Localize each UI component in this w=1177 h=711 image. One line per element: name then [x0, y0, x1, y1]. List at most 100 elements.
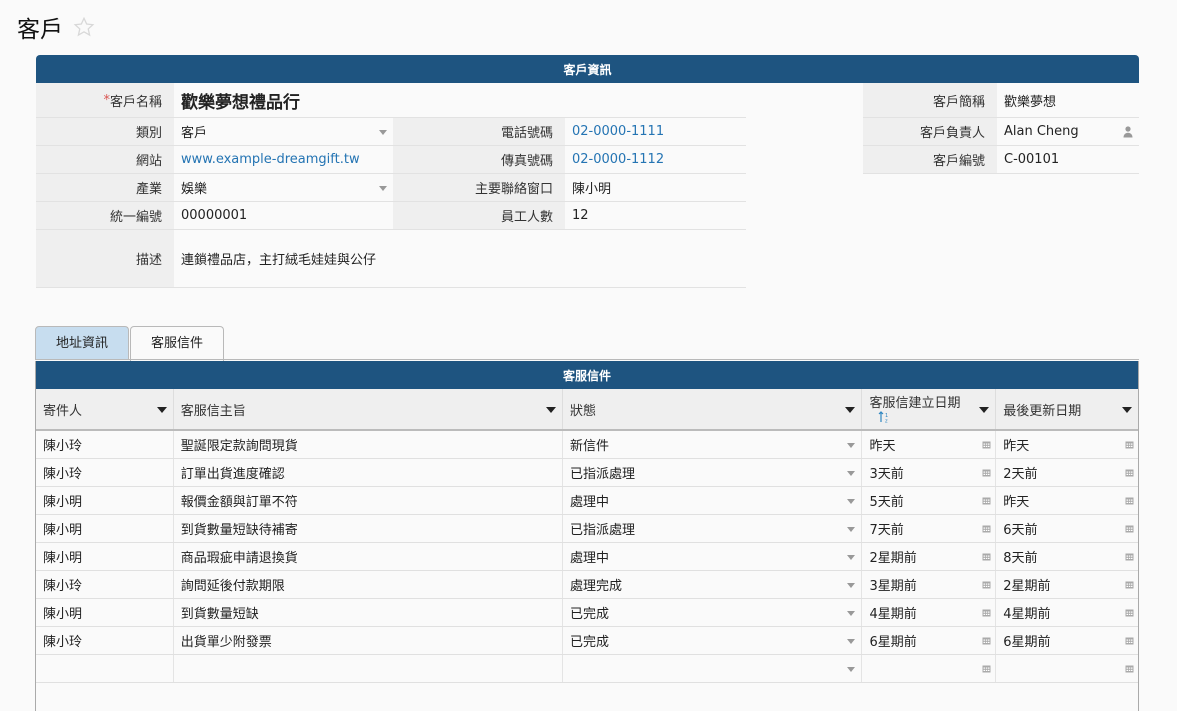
column-header-subject[interactable]: 客服信主旨	[174, 389, 564, 429]
cell-status[interactable]: 新信件	[563, 431, 863, 458]
cell-created[interactable]: 4星期前	[862, 599, 997, 626]
code-field[interactable]: C-00101	[997, 146, 1139, 173]
cell-updated[interactable]: 昨天	[996, 431, 1138, 458]
contact-field[interactable]: 陳小明	[565, 174, 746, 201]
taxid-field[interactable]: 00000001	[174, 202, 393, 229]
cell-updated[interactable]: 4星期前	[996, 599, 1138, 626]
cell-sender[interactable]: 陳小明	[36, 599, 174, 626]
chevron-down-icon[interactable]	[546, 407, 557, 413]
calendar-icon[interactable]	[982, 636, 991, 645]
table-row[interactable]: 陳小明 商品瑕疵申請退換貨 處理中 2星期前 8天前	[36, 543, 1138, 571]
chevron-down-icon[interactable]	[379, 129, 387, 135]
calendar-icon[interactable]	[982, 468, 991, 477]
chevron-down-icon[interactable]	[847, 526, 856, 532]
cell-sender[interactable]: 陳小明	[36, 487, 174, 514]
chevron-down-icon[interactable]	[156, 407, 167, 413]
cell-sender[interactable]: 陳小玲	[36, 431, 174, 458]
calendar-icon[interactable]	[1125, 524, 1134, 533]
cell-sender[interactable]: 陳小明	[36, 515, 174, 542]
chevron-down-icon[interactable]	[847, 498, 856, 504]
cell-subject[interactable]: 詢問延後付款期限	[174, 571, 564, 598]
cell-created[interactable]: 2星期前	[862, 543, 997, 570]
chevron-down-icon[interactable]	[847, 582, 856, 588]
cell-status[interactable]: 已完成	[563, 599, 863, 626]
tab-service-mail[interactable]: 客服信件	[130, 326, 225, 361]
owner-field[interactable]: Alan Cheng	[997, 118, 1139, 145]
chevron-down-icon[interactable]	[845, 407, 856, 413]
table-row[interactable]: 陳小玲 出貨單少附發票 已完成 6星期前 6星期前	[36, 627, 1138, 655]
calendar-icon[interactable]	[982, 664, 991, 673]
cell-subject[interactable]: 訂單出貨進度確認	[174, 459, 564, 486]
cell-created[interactable]: 7天前	[862, 515, 997, 542]
chevron-down-icon[interactable]	[847, 666, 856, 672]
table-row[interactable]: 陳小玲 聖誕限定款詢問現貨 新信件 昨天 昨天	[36, 431, 1138, 459]
calendar-icon[interactable]	[982, 552, 991, 561]
column-header-status[interactable]: 狀態	[563, 389, 863, 429]
cell-status[interactable]: 已指派處理	[563, 459, 863, 486]
tab-address[interactable]: 地址資訊	[35, 326, 130, 360]
chevron-down-icon[interactable]	[979, 407, 990, 413]
calendar-icon[interactable]	[1125, 468, 1134, 477]
cell-created[interactable]	[862, 655, 997, 682]
sort-ascending-icon[interactable]: 1z	[878, 411, 892, 423]
cell-subject[interactable]: 到貨數量短缺	[174, 599, 564, 626]
cell-subject[interactable]: 商品瑕疵申請退換貨	[174, 543, 564, 570]
cell-created[interactable]: 3星期前	[862, 571, 997, 598]
description-field[interactable]: 連鎖禮品店，主打絨毛娃娃與公仔	[174, 230, 746, 287]
cell-sender[interactable]: 陳小玲	[36, 571, 174, 598]
cell-updated[interactable]: 2星期前	[996, 571, 1138, 598]
cell-created[interactable]: 昨天	[862, 431, 997, 458]
table-row[interactable]: 陳小明 報價金額與訂單不符 處理中 5天前 昨天	[36, 487, 1138, 515]
calendar-icon[interactable]	[982, 580, 991, 589]
cell-created[interactable]: 3天前	[862, 459, 997, 486]
cell-updated[interactable]: 2天前	[996, 459, 1138, 486]
calendar-icon[interactable]	[1125, 636, 1134, 645]
calendar-icon[interactable]	[982, 524, 991, 533]
cell-sender[interactable]	[36, 655, 174, 682]
table-row[interactable]: 陳小明 到貨數量短缺 已完成 4星期前 4星期前	[36, 599, 1138, 627]
employees-field[interactable]: 12	[565, 202, 746, 229]
chevron-down-icon[interactable]	[847, 442, 856, 448]
cell-updated[interactable]: 6天前	[996, 515, 1138, 542]
cell-status[interactable]	[563, 655, 863, 682]
calendar-icon[interactable]	[1125, 552, 1134, 561]
cell-subject[interactable]	[174, 655, 564, 682]
phone-field[interactable]: 02-0000-1111	[565, 118, 746, 145]
cell-sender[interactable]: 陳小明	[36, 543, 174, 570]
column-header-sender[interactable]: 寄件人	[36, 389, 174, 429]
calendar-icon[interactable]	[1125, 664, 1134, 673]
table-row[interactable]: 陳小玲 訂單出貨進度確認 已指派處理 3天前 2天前	[36, 459, 1138, 487]
short-name-field[interactable]: 歡樂夢想	[997, 83, 1139, 117]
chevron-down-icon[interactable]	[379, 185, 387, 191]
calendar-icon[interactable]	[1125, 580, 1134, 589]
calendar-icon[interactable]	[1125, 608, 1134, 617]
cell-status[interactable]: 已完成	[563, 627, 863, 654]
cell-updated[interactable]	[996, 655, 1138, 682]
fax-field[interactable]: 02-0000-1112	[565, 146, 746, 173]
chevron-down-icon[interactable]	[847, 638, 856, 644]
cell-status[interactable]: 處理完成	[563, 571, 863, 598]
cell-subject[interactable]: 聖誕限定款詢問現貨	[174, 431, 564, 458]
calendar-icon[interactable]	[1125, 440, 1134, 449]
cell-sender[interactable]: 陳小玲	[36, 459, 174, 486]
cell-subject[interactable]: 報價金額與訂單不符	[174, 487, 564, 514]
chevron-down-icon[interactable]	[847, 554, 856, 560]
cell-updated[interactable]: 昨天	[996, 487, 1138, 514]
cell-updated[interactable]: 6星期前	[996, 627, 1138, 654]
cell-status[interactable]: 處理中	[563, 487, 863, 514]
calendar-icon[interactable]	[1125, 496, 1134, 505]
cell-status[interactable]: 已指派處理	[563, 515, 863, 542]
chevron-down-icon[interactable]	[847, 470, 856, 476]
website-link[interactable]: www.example-dreamgift.tw	[174, 146, 393, 173]
industry-select[interactable]: 娛樂	[174, 174, 393, 201]
column-header-created[interactable]: 客服信建立日期 1z	[862, 389, 997, 429]
chevron-down-icon[interactable]	[847, 610, 856, 616]
customer-name-field[interactable]: 歡樂夢想禮品行	[174, 83, 746, 117]
chevron-down-icon[interactable]	[1122, 407, 1132, 413]
cell-created[interactable]: 5天前	[862, 487, 997, 514]
cell-status[interactable]: 處理中	[563, 543, 863, 570]
calendar-icon[interactable]	[982, 608, 991, 617]
table-row[interactable]: 陳小明 到貨數量短缺待補寄 已指派處理 7天前 6天前	[36, 515, 1138, 543]
cell-updated[interactable]: 8天前	[996, 543, 1138, 570]
cell-subject[interactable]: 到貨數量短缺待補寄	[174, 515, 564, 542]
